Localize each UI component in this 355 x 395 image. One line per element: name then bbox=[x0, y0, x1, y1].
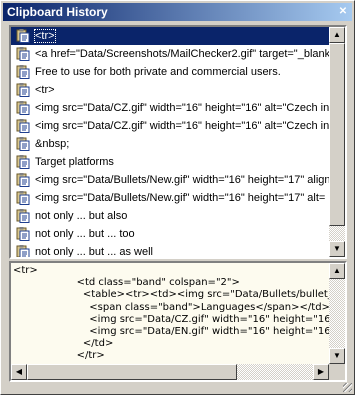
preview-horizontal-scrollbar[interactable]: ◀ ▶ bbox=[11, 364, 329, 380]
clipboard-page-icon bbox=[16, 65, 30, 79]
history-item-label: <tr> bbox=[34, 29, 56, 43]
preview-vertical-scrollbar[interactable]: ▲ ▼ bbox=[329, 263, 345, 364]
close-icon[interactable]: ✕ bbox=[337, 6, 349, 17]
preview-line: <img src="Data/EN.gif" width="16" height… bbox=[13, 326, 329, 338]
preview-text: <tr> <td class="band" colspan="2"> <tabl… bbox=[13, 265, 329, 364]
preview-line: <td class="band" colspan="2"> bbox=[13, 277, 240, 289]
scroll-thumb[interactable] bbox=[329, 43, 345, 226]
preview-line: <span class="band">Languages</span></td>… bbox=[13, 301, 329, 313]
history-item[interactable]: not only ... but ... too bbox=[11, 225, 329, 243]
status-bar bbox=[3, 383, 352, 392]
preview-line: <tr> bbox=[13, 265, 38, 276]
title-bar[interactable]: Clipboard History ✕ bbox=[3, 3, 352, 21]
preview-line: </tr> bbox=[13, 350, 105, 362]
clipboard-page-icon bbox=[16, 227, 30, 241]
history-item-label: <a href="Data/Screenshots/MailChecker2.g… bbox=[35, 48, 329, 60]
clipboard-page-icon bbox=[16, 245, 30, 257]
preview-scroll-up-button[interactable]: ▲ bbox=[329, 263, 345, 279]
clipboard-page-icon bbox=[16, 137, 30, 151]
history-item-label: &nbsp; bbox=[35, 138, 70, 150]
history-item[interactable]: <img src="Data/Bullets/New.gif" width="1… bbox=[11, 171, 329, 189]
resize-grip-icon[interactable] bbox=[343, 383, 352, 392]
scroll-track[interactable] bbox=[329, 226, 345, 241]
history-item-label: Free to use for both private and commerc… bbox=[35, 66, 281, 78]
preview-line: </td> bbox=[13, 338, 114, 350]
history-item[interactable]: <tr> bbox=[11, 81, 329, 99]
clipboard-page-icon bbox=[16, 29, 30, 43]
history-item[interactable]: not only ... but also bbox=[11, 207, 329, 225]
preview-line: <table><tr><td><img src="Data/Bullets/bu… bbox=[13, 289, 329, 301]
history-item[interactable]: <img src="Data/Bullets/New.gif" width="1… bbox=[11, 189, 329, 207]
history-vertical-scrollbar[interactable]: ▲ ▼ bbox=[329, 27, 345, 257]
history-item[interactable]: <img src="Data/CZ.gif" width="16" height… bbox=[11, 117, 329, 135]
history-item[interactable]: Target platforms bbox=[11, 153, 329, 171]
preview-horizontal-track[interactable] bbox=[237, 364, 313, 380]
history-list[interactable]: <tr> <a href="Data/Screenshots/MailChecke… bbox=[9, 25, 347, 259]
preview-scroll-left-button[interactable]: ◀ bbox=[11, 364, 27, 380]
scroll-up-button[interactable]: ▲ bbox=[329, 27, 345, 43]
history-item-label: not only ... but ... as well bbox=[35, 246, 154, 257]
history-item-label: Target platforms bbox=[35, 156, 114, 168]
clipboard-page-icon bbox=[16, 209, 30, 223]
clipboard-page-icon bbox=[16, 155, 30, 169]
preview-line: <img src="Data/CZ.gif" width="16" height… bbox=[13, 313, 329, 325]
history-item[interactable]: <a href="Data/Screenshots/MailChecker2.g… bbox=[11, 45, 329, 63]
history-item[interactable]: &nbsp; bbox=[11, 135, 329, 153]
clipboard-page-icon bbox=[16, 173, 30, 187]
clipboard-page-icon bbox=[16, 47, 30, 61]
history-item[interactable]: not only ... but ... as well bbox=[11, 243, 329, 257]
preview-vertical-track[interactable] bbox=[329, 279, 345, 348]
clipboard-page-icon bbox=[16, 191, 30, 205]
clipboard-page-icon bbox=[16, 119, 30, 133]
preview-scroll-right-button[interactable]: ▶ bbox=[313, 364, 329, 380]
history-rows: <tr> <a href="Data/Screenshots/MailChecke… bbox=[11, 27, 329, 257]
clipboard-page-icon bbox=[16, 83, 30, 97]
window-title: Clipboard History bbox=[7, 5, 108, 19]
history-item-label: <img src="Data/CZ.gif" width="16" height… bbox=[35, 120, 329, 132]
history-item-label: not only ... but ... too bbox=[35, 228, 135, 240]
history-item-label: <img src="Data/Bullets/New.gif" width="1… bbox=[35, 192, 326, 204]
history-item[interactable]: Free to use for both private and commerc… bbox=[11, 63, 329, 81]
history-item-label: <img src="Data/Bullets/New.gif" width="1… bbox=[35, 174, 329, 186]
history-item[interactable]: <tr> bbox=[11, 27, 329, 45]
preview-scroll-down-button[interactable]: ▼ bbox=[329, 348, 345, 364]
history-item[interactable]: <img src="Data/CZ.gif" width="16" height… bbox=[11, 99, 329, 117]
scroll-corner bbox=[329, 364, 345, 380]
preview-horizontal-thumb[interactable] bbox=[27, 364, 237, 380]
preview-pane[interactable]: <tr> <td class="band" colspan="2"> <tabl… bbox=[9, 261, 347, 382]
history-item-label: not only ... but also bbox=[35, 210, 128, 222]
clipboard-page-icon bbox=[16, 101, 30, 115]
history-item-label: <tr> bbox=[35, 84, 55, 96]
scroll-down-button[interactable]: ▼ bbox=[329, 241, 345, 257]
history-item-label: <img src="Data/CZ.gif" width="16" height… bbox=[35, 102, 329, 114]
clipboard-history-window: Clipboard History ✕ <tr> <a href="Data/Sc… bbox=[0, 0, 355, 395]
